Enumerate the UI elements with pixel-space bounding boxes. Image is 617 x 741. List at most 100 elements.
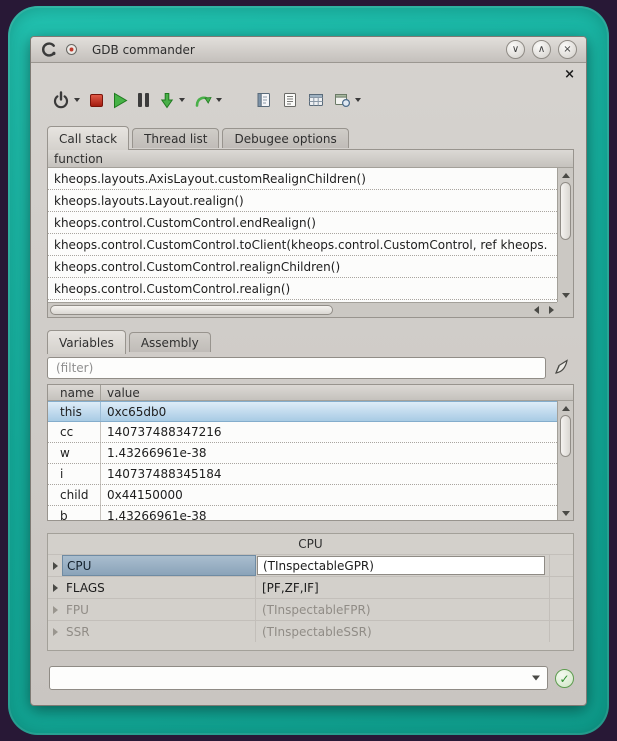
variable-row[interactable]: i 140737488345184 (48, 464, 557, 485)
tab-thread-list[interactable]: Thread list (132, 128, 219, 148)
cpu-row[interactable]: FLAGS [PF,ZF,IF] (48, 576, 573, 598)
power-icon (52, 91, 70, 109)
filter-options-button[interactable] (551, 356, 571, 378)
pen-icon (551, 356, 571, 378)
arrow-up-icon (562, 406, 570, 411)
scroll-down-button[interactable] (558, 289, 573, 301)
variable-row[interactable]: w 1.43266961e-38 (48, 443, 557, 464)
tab-variables[interactable]: Variables (47, 330, 126, 354)
column-value-header[interactable]: value (101, 385, 573, 400)
cpu-row[interactable]: SSR (TInspectableSSR) (48, 620, 573, 642)
register-group-name: FLAGS (62, 577, 256, 598)
minimize-button[interactable]: ∨ (506, 40, 525, 59)
close-button[interactable]: × (558, 40, 577, 59)
frame-text: kheops.control.CustomControl.realignChil… (54, 260, 340, 274)
watch-button[interactable] (334, 92, 361, 108)
call-stack-row[interactable]: kheops.control.CustomControl.toClient(kh… (48, 234, 557, 256)
variable-name: i (48, 464, 101, 484)
window-title: GDB commander (92, 43, 195, 57)
memory-button[interactable] (308, 92, 324, 108)
variables-header: name value (48, 385, 573, 401)
variable-name: cc (48, 422, 101, 442)
run-button[interactable] (113, 92, 128, 109)
call-stack-list: kheops.layouts.AxisLayout.customRealignC… (48, 168, 557, 302)
scroll-up-button[interactable] (558, 402, 573, 414)
memory-icon (308, 92, 324, 108)
variable-name: w (48, 443, 101, 463)
value-editbox[interactable]: (TInspectableGPR) (257, 556, 545, 575)
menu-chevron-icon (74, 98, 80, 102)
cpu-row[interactable]: CPU (TInspectableGPR) (48, 554, 573, 576)
call-stack-header[interactable]: function (48, 150, 573, 168)
check-icon: ✓ (559, 673, 569, 685)
call-stack-row[interactable]: kheops.control.CustomControl.endRealign(… (48, 212, 557, 234)
combo-chevron-icon (532, 676, 540, 681)
filter-field[interactable] (47, 357, 546, 379)
expand-arrow-icon[interactable] (48, 555, 62, 576)
tab-label: Thread list (144, 132, 207, 146)
confirm-button[interactable]: ✓ (555, 669, 574, 688)
arrow-right-icon[interactable] (549, 306, 554, 314)
variable-row[interactable]: b 1.43266961e-38 (48, 506, 557, 520)
frame-text: kheops.layouts.Layout.realign() (54, 194, 244, 208)
register-group-value-cell: (TInspectableGPR) (256, 555, 550, 576)
step-over-button[interactable] (195, 92, 222, 108)
call-stack-row[interactable]: kheops.layouts.AxisLayout.customRealignC… (48, 168, 557, 190)
maximize-button[interactable]: ∧ (532, 40, 551, 59)
call-stack-row[interactable]: kheops.control.CustomControl.realignChil… (48, 256, 557, 278)
tab-assembly[interactable]: Assembly (129, 332, 211, 352)
tab-debugee-options[interactable]: Debugee options (222, 128, 348, 148)
dock-close-icon: × (564, 67, 575, 82)
register-group-value: (TInspectableFPR) (256, 599, 550, 620)
cpu-row[interactable]: FPU (TInspectableFPR) (48, 598, 573, 620)
minimize-icon: ∨ (512, 45, 519, 55)
vertical-scrollbar[interactable] (557, 168, 573, 302)
call-stack-row[interactable]: kheops.layouts.Layout.realign() (48, 190, 557, 212)
command-combobox[interactable] (49, 666, 548, 690)
hscroll-thumb[interactable] (50, 305, 333, 315)
expand-arrow-icon[interactable] (48, 599, 62, 620)
stop-button[interactable] (90, 94, 103, 107)
vscroll-thumb[interactable] (560, 182, 571, 240)
variables-tabbar: Variables Assembly (47, 330, 211, 354)
column-label: function (54, 152, 103, 166)
tab-call-stack[interactable]: Call stack (47, 126, 129, 150)
variable-row[interactable]: child 0x44150000 (48, 485, 557, 506)
menu-chevron-icon (355, 98, 361, 102)
gdb-commander-window: GDB commander ∨ ∧ × × (30, 36, 587, 706)
dock-close-button[interactable]: × (564, 68, 575, 81)
variable-name: b (48, 506, 101, 520)
expand-arrow-icon[interactable] (48, 577, 62, 598)
messages-icon (282, 92, 298, 108)
power-button[interactable] (52, 91, 80, 109)
vertical-scrollbar[interactable] (557, 401, 573, 520)
titlebar[interactable]: GDB commander ∨ ∧ × (31, 37, 586, 63)
pause-button[interactable] (138, 93, 149, 107)
vscroll-thumb[interactable] (560, 415, 571, 457)
column-name-header[interactable]: name (48, 385, 101, 400)
variables-list: this 0xc65db0 cc 140737488347216 w 1.432… (48, 401, 557, 520)
call-stack-row[interactable]: kheops.control.CustomControl.realign() (48, 278, 557, 300)
arrow-left-icon[interactable] (534, 306, 539, 314)
variable-value: 140737488345184 (101, 464, 557, 484)
tab-label: Assembly (141, 336, 199, 350)
step-into-button[interactable] (159, 92, 185, 109)
messages-button[interactable] (282, 92, 298, 108)
frame-text: kheops.control.CustomControl.realign() (54, 282, 290, 296)
column-label: value (107, 386, 140, 400)
horizontal-scrollbar[interactable] (48, 302, 557, 317)
expand-arrow-icon[interactable] (48, 621, 62, 642)
hscroll-buttons (534, 303, 554, 317)
tab-label: Debugee options (234, 132, 336, 146)
variable-row[interactable]: this 0xc65db0 (48, 401, 557, 422)
register-group-name: CPU (62, 555, 256, 576)
variable-value: 0x44150000 (101, 485, 557, 505)
filter-input[interactable] (54, 360, 539, 376)
variable-row[interactable]: cc 140737488347216 (48, 422, 557, 443)
variable-value: 0xc65db0 (101, 402, 557, 421)
scroll-up-button[interactable] (558, 169, 573, 181)
variable-name: child (48, 485, 101, 505)
frame-text: kheops.control.CustomControl.toClient(kh… (54, 238, 547, 252)
scroll-down-button[interactable] (558, 507, 573, 519)
editor-button[interactable] (256, 92, 272, 108)
